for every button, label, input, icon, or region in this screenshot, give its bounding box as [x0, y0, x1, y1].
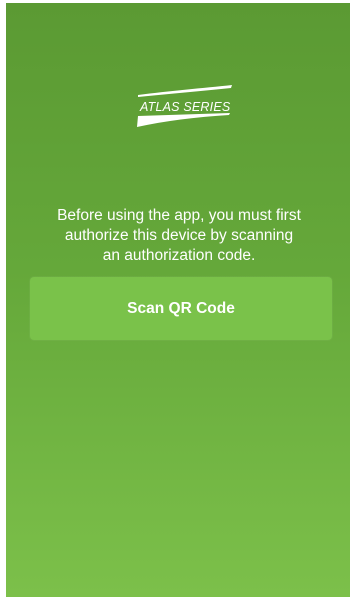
- scan-qr-code-label: Scan QR Code: [127, 299, 235, 317]
- authorization-screen: ATLAS SERIES Before using the app, you m…: [6, 3, 350, 597]
- authorization-message: Before using the app, you must first aut…: [26, 206, 332, 266]
- logo-text: ATLAS SERIES: [139, 100, 231, 114]
- message-line-2: authorize this device by scanning: [64, 227, 294, 244]
- logo-swoosh-bottom: [137, 113, 230, 127]
- atlas-series-logo: ATLAS SERIES: [134, 82, 234, 130]
- message-line-1: Before using the app, you must first: [57, 207, 301, 224]
- logo-swoosh-top: [138, 85, 232, 97]
- scan-qr-code-button[interactable]: Scan QR Code: [30, 277, 332, 340]
- message-line-3: an authorization code.: [102, 247, 256, 264]
- logo-graphic: ATLAS SERIES: [137, 85, 232, 127]
